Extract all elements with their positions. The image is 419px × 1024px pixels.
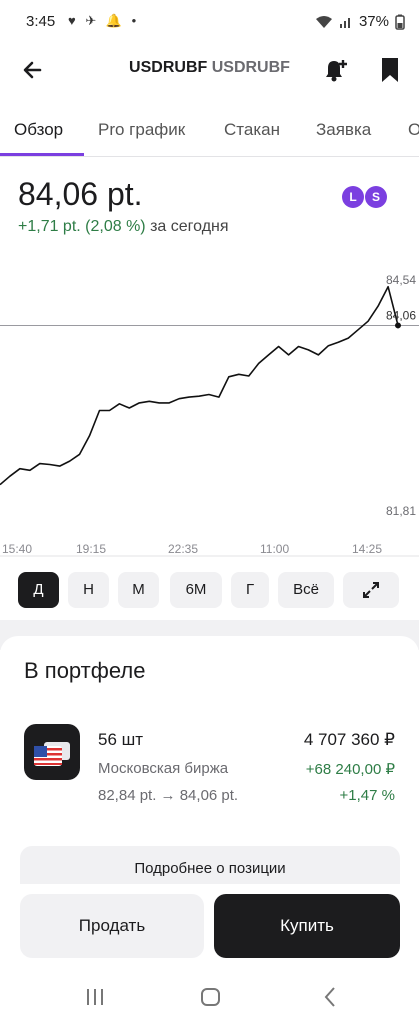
period-month[interactable]: М — [118, 572, 159, 608]
expand-icon — [363, 582, 379, 599]
change-period: за сегодня — [150, 218, 229, 235]
x-tick-label: 11:00 — [260, 542, 289, 556]
bell-plus-icon[interactable] — [320, 56, 350, 84]
daily-change: +1,71 pt. (2,08 %) за сегодня — [18, 218, 229, 236]
top-bar: USDRUBF USDRUBF — [0, 44, 419, 96]
badge-l[interactable]: L — [342, 186, 364, 208]
battery-text: 37% — [358, 13, 389, 30]
tab-overview[interactable]: Обзор — [14, 120, 63, 140]
change-value: +1,71 pt. (2,08 %) — [18, 218, 146, 235]
position-total: 4 707 360 ₽ — [303, 730, 395, 749]
us-flag-icon — [34, 742, 70, 766]
ticker-symbol: USDRUBF — [129, 59, 208, 76]
tab-order-book[interactable]: Стакан — [224, 120, 280, 140]
position-profit-percent: +1,47 % — [339, 787, 395, 804]
tab-order[interactable]: Заявка — [316, 120, 371, 140]
y-tick-label: 81,81 — [386, 504, 416, 518]
price-series-line — [0, 285, 399, 486]
active-tab-indicator — [0, 153, 84, 156]
home-icon[interactable] — [201, 988, 220, 1006]
y-tick-label: 84,54 — [386, 273, 416, 287]
exchange-name: Московская биржа — [98, 760, 229, 777]
system-nav-bar — [87, 987, 335, 1007]
x-tick-label: 19:15 — [76, 542, 106, 556]
badge-s[interactable]: S — [365, 186, 387, 208]
position-profit: +68 240,00 ₽ — [305, 761, 395, 778]
asset-logo — [24, 724, 80, 780]
period-selector: Д Н М 6М Г Всё — [0, 572, 419, 612]
price-chart[interactable]: 84,54 84,06 81,81 15:40 19:15 22:35 11:00 14:25 — [0, 270, 419, 560]
status-right: 37% — [315, 13, 405, 30]
nav-back-icon[interactable] — [324, 987, 335, 1007]
period-6-months[interactable]: 6М — [170, 572, 222, 608]
y-tick-label: 84,06 — [386, 308, 416, 322]
signal-icon — [339, 17, 350, 28]
position-details-button[interactable]: Подробнее о позиции — [20, 846, 400, 884]
notification-icons: ♥ ✈ 🔔 • — [68, 13, 140, 28]
buy-button[interactable]: Купить — [214, 894, 400, 958]
x-tick-label: 22:35 — [168, 542, 198, 556]
wifi-icon — [315, 15, 332, 28]
x-tick-label: 15:40 — [2, 542, 32, 556]
period-day[interactable]: Д — [18, 572, 59, 608]
price-range: 82,84 pt. → 84,06 pt. — [98, 787, 239, 804]
tab-about[interactable]: О — [408, 120, 419, 140]
tab-pro-chart[interactable]: Pro график — [98, 120, 185, 140]
position-quantity: 56 шт — [98, 730, 144, 749]
ticker-subtitle: USDRUBF — [211, 59, 290, 76]
sell-button[interactable]: Продать — [20, 894, 204, 958]
period-year[interactable]: Г — [231, 572, 269, 608]
battery-icon — [395, 14, 405, 30]
period-all[interactable]: Всё — [278, 572, 334, 608]
status-time: 3:45 — [26, 13, 56, 30]
last-price-point — [395, 322, 401, 329]
portfolio-title: В портфеле — [24, 658, 146, 683]
period-week[interactable]: Н — [68, 572, 109, 608]
current-price: 84,06 pt. — [18, 176, 143, 212]
tab-bar: Обзор Pro график Стакан Заявка О — [0, 104, 419, 157]
x-tick-label: 14:25 — [352, 542, 382, 556]
recent-apps-icon[interactable] — [87, 989, 103, 1005]
fullscreen-button[interactable] — [343, 572, 399, 608]
instrument-title: USDRUBF USDRUBF — [0, 59, 419, 77]
bookmark-icon[interactable] — [378, 56, 402, 84]
status-bar: 3:45 ♥ ✈ 🔔 • 37% — [0, 0, 419, 44]
